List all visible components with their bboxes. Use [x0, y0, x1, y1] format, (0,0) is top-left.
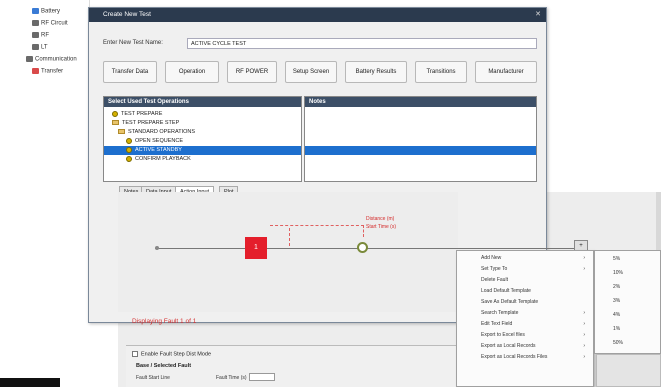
- menu-item-search-template[interactable]: Search Template ›: [457, 309, 593, 319]
- test-name-label: Enter New Test Name:: [103, 40, 163, 46]
- notes-header: Notes: [305, 97, 536, 107]
- tree-row[interactable]: CONFIRM PLAYBACK: [104, 155, 301, 164]
- setup-screen-button[interactable]: Setup Screen: [285, 61, 337, 83]
- rf-power-button[interactable]: RF POWER: [227, 61, 277, 83]
- menu-item-delete-fault[interactable]: Delete Fault: [457, 276, 593, 286]
- tree-row-selected[interactable]: ACTIVE STANDBY: [104, 146, 301, 155]
- circuit-icon: [32, 20, 39, 26]
- component-icon: [32, 32, 39, 38]
- operations-header: Select Used Test Operations: [104, 97, 301, 107]
- menu-item-export-excel[interactable]: Export to Excel files ›: [457, 331, 593, 341]
- fault-time-field[interactable]: Fault Time (s): [216, 373, 275, 381]
- tree-row[interactable]: TEST PREPARE: [104, 110, 301, 119]
- context-menu: Add New › Set Type To › Delete Fault Load …: [456, 250, 594, 387]
- checkbox[interactable]: [132, 351, 138, 357]
- dialog-titlebar[interactable]: Create New Test ✕: [89, 8, 546, 22]
- timeline-line-right: [368, 248, 574, 249]
- manufacturer-button[interactable]: Manufacturer: [475, 61, 537, 83]
- chevron-right-icon: ›: [583, 266, 585, 272]
- tree-item-communication[interactable]: Communication: [26, 56, 77, 63]
- menu-item-export-local-files[interactable]: Export as Local Records Files ›: [457, 353, 593, 363]
- fault-time-input[interactable]: [248, 373, 275, 381]
- fault-label-distance: Distance (m): [366, 216, 395, 222]
- taskbar-strip: [0, 378, 60, 387]
- transfer-data-button[interactable]: Transfer Data: [103, 61, 157, 83]
- tree-item-battery[interactable]: Battery: [32, 8, 60, 15]
- folder-icon: [112, 120, 119, 126]
- test-name-row: Enter New Test Name: ACTIVE CYCLE TEST: [99, 38, 539, 50]
- tree-item-lt[interactable]: LT: [32, 44, 48, 51]
- submenu: 5% 10% 2% 3% 4% 1% 50%: [594, 250, 661, 354]
- menu-item-export-local[interactable]: Export as Local Records ›: [457, 342, 593, 352]
- canvas-overlay: [118, 192, 458, 312]
- notes-row-selected[interactable]: [305, 146, 536, 155]
- tree-row[interactable]: TEST PREPARE STEP: [104, 119, 301, 128]
- tree-item-transfer[interactable]: Transfer: [32, 68, 63, 75]
- network-icon: [26, 56, 33, 62]
- operation-dot-icon: [112, 110, 118, 117]
- menu-item-set-type[interactable]: Set Type To ›: [457, 265, 593, 275]
- component-icon: [32, 44, 39, 50]
- submenu-item[interactable]: 1%: [595, 324, 660, 334]
- close-icon[interactable]: ✕: [534, 11, 542, 19]
- menu-item-edit-text[interactable]: Edit Text Field ›: [457, 320, 593, 330]
- fault-label-time: Start Time (s): [366, 224, 397, 230]
- fault-marker[interactable]: 1: [245, 237, 267, 259]
- chevron-right-icon: ›: [583, 343, 585, 349]
- timeline-node[interactable]: [357, 242, 368, 253]
- menu-item-add-new[interactable]: Add New ›: [457, 254, 593, 264]
- tree-item-rf-circuit[interactable]: RF Circuit: [32, 20, 68, 27]
- operation-dot-icon: [126, 155, 132, 162]
- left-tree-panel: Battery RF Circuit RF LT Communication T…: [0, 0, 90, 140]
- fault-settings-panel: Enable Fault Step Dist Mode Base / Selec…: [126, 345, 456, 387]
- menu-item-load-default[interactable]: Load Default Template: [457, 287, 593, 297]
- tree-row[interactable]: OPEN SEQUENCE: [104, 137, 301, 146]
- chevron-right-icon: ›: [583, 255, 585, 261]
- chevron-right-icon: ›: [583, 354, 585, 360]
- chevron-right-icon: ›: [583, 321, 585, 327]
- folder-icon: [118, 129, 125, 135]
- fault-start-field[interactable]: Fault Start Line: [136, 374, 170, 381]
- fault-range-bracket: [270, 225, 364, 237]
- submenu-item[interactable]: 10%: [595, 268, 660, 278]
- dialog-title: Create New Test: [103, 11, 151, 18]
- chevron-right-icon: ›: [583, 310, 585, 316]
- tree-row[interactable]: STANDARD OPERATIONS: [104, 128, 301, 137]
- displaying-status: Displaying Fault 1 of 1: [132, 318, 197, 325]
- tree-item-rf[interactable]: RF: [32, 32, 49, 39]
- test-name-input[interactable]: ACTIVE CYCLE TEST: [187, 38, 537, 49]
- transitions-button[interactable]: Transitions: [415, 61, 467, 83]
- submenu-item[interactable]: 2%: [595, 282, 660, 292]
- operation-dot-icon: [126, 137, 132, 144]
- menu-item-save-default[interactable]: Save As Default Template: [457, 298, 593, 308]
- battery-results-button[interactable]: Battery Results: [345, 61, 407, 83]
- fault-step-checkbox-row[interactable]: Enable Fault Step Dist Mode: [132, 351, 211, 357]
- timeline-start-point[interactable]: [155, 246, 159, 250]
- submenu-item[interactable]: 5%: [595, 254, 660, 264]
- notes-panel: Notes: [304, 96, 537, 182]
- section-title: Base / Selected Fault: [136, 363, 192, 369]
- operation-dot-icon: [126, 146, 132, 153]
- operations-tree-panel: Select Used Test Operations TEST PREPARE…: [103, 96, 302, 182]
- transfer-icon: [32, 68, 39, 74]
- chevron-right-icon: ›: [583, 332, 585, 338]
- submenu-item[interactable]: 4%: [595, 310, 660, 320]
- battery-icon: [32, 8, 39, 14]
- submenu-footer: [596, 354, 661, 387]
- operation-button[interactable]: Operation: [165, 61, 219, 83]
- submenu-item[interactable]: 3%: [595, 296, 660, 306]
- submenu-item[interactable]: 50%: [595, 338, 660, 348]
- fault-range-line: [289, 228, 290, 246]
